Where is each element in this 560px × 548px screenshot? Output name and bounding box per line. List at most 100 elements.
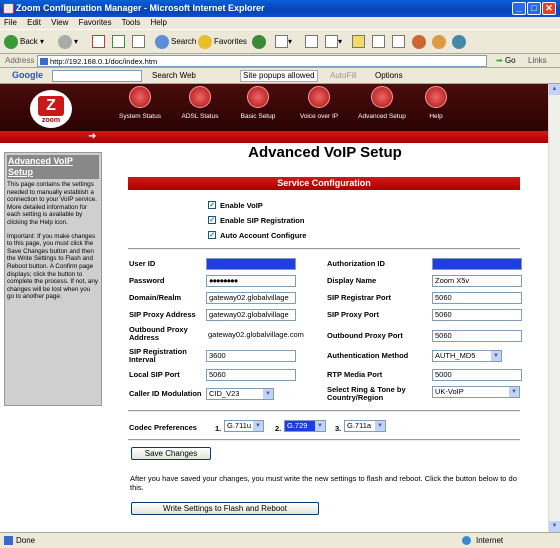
sip-proxy-port-input[interactable]: 5060	[432, 309, 522, 321]
search-web-button[interactable]: Search Web	[152, 71, 196, 80]
mail-button[interactable]: ▾	[275, 33, 292, 51]
codec-2-number: 2.	[275, 424, 282, 433]
address-label: Address	[5, 56, 35, 65]
messenger-button[interactable]	[392, 33, 405, 51]
auto-account-configure-checkbox[interactable]: ✓	[208, 231, 216, 239]
favorites-button[interactable]: Favorites	[198, 33, 247, 51]
popup-blocker-button[interactable]: Site popups allowed	[240, 70, 318, 82]
save-changes-button[interactable]: Save Changes	[131, 447, 211, 460]
tool-button-1[interactable]	[412, 33, 428, 51]
autofill-button[interactable]: AutoFill	[330, 71, 357, 80]
chevron-down-icon: ▼	[509, 387, 519, 397]
sip-proxy-address-input[interactable]: gateway02.globalvillage	[206, 309, 296, 321]
ring-tone-country-select[interactable]: UK-VoIP ▼	[432, 386, 520, 398]
options-button[interactable]: Options	[375, 71, 403, 80]
user-id-label: User ID	[129, 259, 156, 268]
research-button[interactable]	[372, 33, 385, 51]
maximize-button[interactable]: □	[527, 2, 541, 15]
sip-registration-interval-input[interactable]: 3600	[206, 350, 296, 362]
nav-adsl-status[interactable]: ADSL Status	[170, 86, 230, 120]
status-text: Done	[16, 536, 36, 545]
forward-arrow-icon	[58, 34, 72, 49]
window-title-bar: Zoom Configuration Manager - Microsoft I…	[0, 0, 560, 17]
edit-button[interactable]: ▾	[325, 33, 342, 51]
adsl-status-icon	[189, 86, 211, 108]
menu-tools[interactable]: Tools	[122, 18, 141, 27]
ie-app-icon	[3, 3, 14, 14]
local-sip-port-input[interactable]: 5060	[206, 369, 296, 381]
codec-3-select[interactable]: G.711a ▼	[344, 420, 386, 432]
auto-account-configure-label: Auto Account Configure	[220, 231, 307, 240]
tool-button-2[interactable]	[432, 33, 448, 51]
codec-3-number: 3.	[335, 424, 342, 433]
tool-icon	[452, 34, 466, 49]
stop-button[interactable]	[92, 33, 105, 51]
nav-system-status[interactable]: System Status	[110, 86, 170, 120]
chevron-down-icon: ▼	[315, 421, 325, 431]
scroll-up-icon[interactable]: ▲	[549, 84, 560, 95]
search-icon	[155, 34, 169, 49]
header-red-bar	[0, 131, 548, 143]
nav-help[interactable]: Help	[406, 86, 466, 120]
menu-help[interactable]: Help	[151, 18, 167, 27]
folder-button[interactable]	[352, 33, 365, 51]
outbound-proxy-port-input[interactable]: 5060	[432, 330, 522, 342]
zoom-header: Zzoom System Status ADSL Status Basic Se…	[0, 84, 548, 131]
menu-file[interactable]: File	[4, 18, 17, 27]
authentication-method-select[interactable]: AUTH_MD5 ▼	[432, 350, 502, 362]
password-input[interactable]: ●●●●●●●●	[206, 275, 296, 287]
search-button[interactable]: Search	[155, 33, 196, 51]
enable-sip-registration-label: Enable SIP Registration	[220, 216, 305, 225]
nav-voice-over-ip[interactable]: Voice over IP	[289, 86, 349, 120]
go-button[interactable]: ➡ Go	[496, 54, 516, 68]
google-search-input[interactable]	[52, 70, 142, 82]
research-icon	[372, 35, 385, 49]
advanced-setup-icon	[371, 86, 393, 108]
refresh-button[interactable]	[112, 33, 125, 51]
page-title: Advanced VoIP Setup	[248, 144, 402, 161]
sip-registrar-port-label: SIP Registrar Port	[327, 293, 392, 302]
codec-2-select[interactable]: G.729 ▼	[284, 420, 326, 432]
back-button[interactable]: Back ▾	[4, 33, 44, 51]
scroll-down-icon[interactable]: ▼	[549, 521, 560, 532]
page-done-icon	[4, 536, 13, 545]
system-status-icon	[129, 86, 151, 108]
sidebar-title[interactable]: Advanced VoIP Setup	[7, 155, 99, 179]
print-button[interactable]	[305, 33, 318, 51]
google-logo[interactable]: Google	[12, 70, 43, 80]
user-id-input[interactable]	[206, 258, 296, 270]
menu-favorites[interactable]: Favorites	[79, 18, 112, 27]
back-arrow-icon	[4, 34, 18, 49]
home-button[interactable]	[132, 33, 145, 51]
domain-realm-input[interactable]: gateway02.globalvillage	[206, 292, 296, 304]
sidebar-intro: This page contains the settings needed t…	[7, 181, 97, 226]
chevron-down-icon: ▼	[263, 389, 273, 399]
enable-voip-checkbox[interactable]: ✓	[208, 201, 216, 209]
close-button[interactable]: ✕	[542, 2, 556, 15]
zone-text: Internet	[476, 536, 504, 545]
display-name-input[interactable]: Zoom X5v	[432, 275, 522, 287]
nav-advanced-setup[interactable]: Advanced Setup	[352, 86, 412, 120]
menu-edit[interactable]: Edit	[27, 18, 41, 27]
address-input[interactable]: http://192.168.0.1/doc/index.htm	[37, 55, 487, 67]
links-button[interactable]: Links	[528, 54, 547, 68]
caller-id-modulation-select[interactable]: CID_V23 ▼	[206, 388, 274, 400]
forward-button[interactable]: ▾	[58, 33, 78, 51]
outbound-proxy-port-label: Outbound Proxy Port	[327, 331, 403, 340]
ring-tone-country-label: Select Ring & Tone by Country/Region	[327, 385, 406, 402]
menu-view[interactable]: View	[51, 18, 68, 27]
codec-1-select[interactable]: G.711u ▼	[224, 420, 264, 432]
tool-button-3[interactable]	[452, 33, 468, 51]
enable-sip-registration-checkbox[interactable]: ✓	[208, 216, 216, 224]
rtp-media-port-input[interactable]: 5000	[432, 369, 522, 381]
nav-basic-setup[interactable]: Basic Setup	[228, 86, 288, 120]
minimize-button[interactable]: _	[512, 2, 526, 15]
sip-registrar-port-input[interactable]: 5060	[432, 292, 522, 304]
vertical-scrollbar[interactable]: ▲ ▼	[548, 84, 560, 532]
menu-bar: File Edit View Favorites Tools Help	[0, 17, 560, 29]
write-flash-reboot-button[interactable]: Write Settings to Flash and Reboot	[131, 502, 319, 515]
history-button[interactable]	[252, 33, 268, 51]
section-header: Service Configuration	[128, 177, 520, 190]
authorization-id-input[interactable]	[432, 258, 522, 270]
codec-preferences-label: Codec Preferences	[129, 423, 197, 432]
